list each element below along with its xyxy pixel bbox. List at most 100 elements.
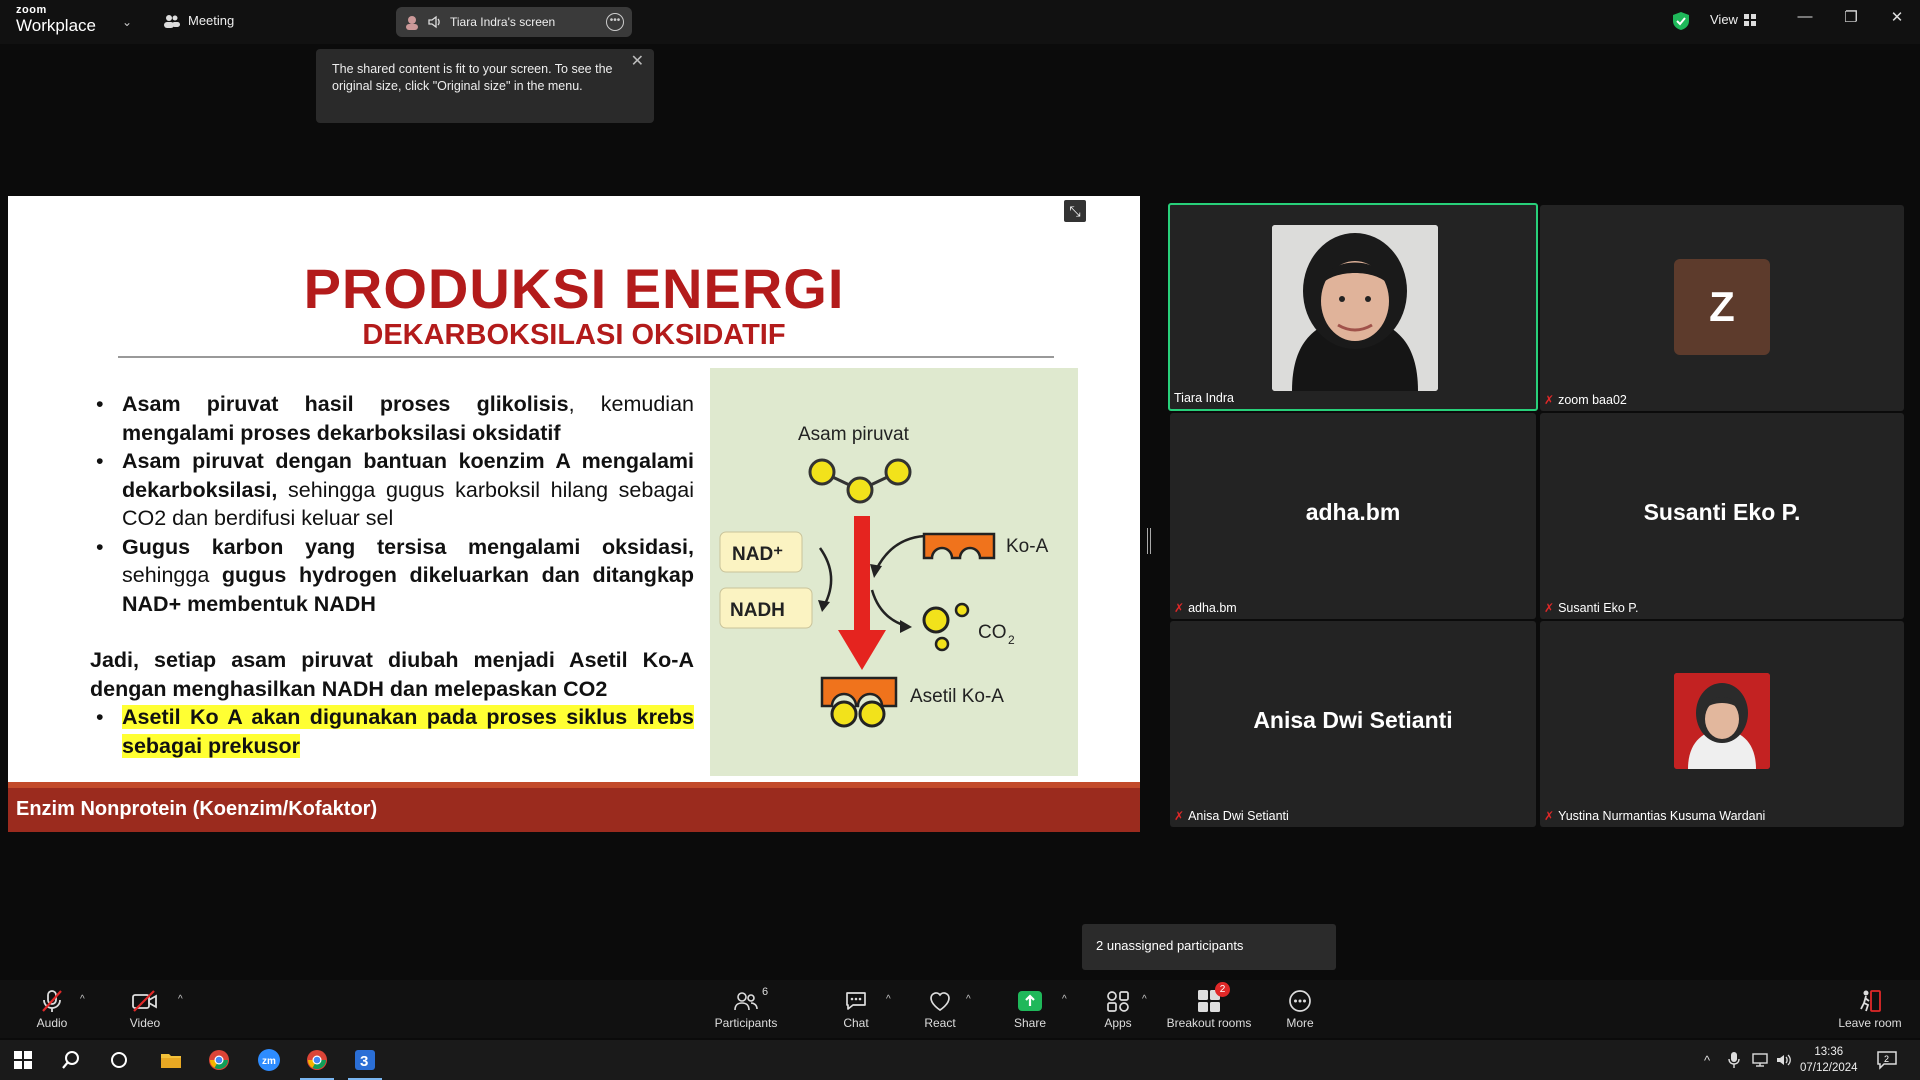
participant-tile[interactable]: adha.bm ✗ adha.bm	[1170, 413, 1536, 619]
participant-name: Yustina Nurmantias Kusuma Wardani	[1558, 809, 1766, 823]
participant-name: Susanti Eko P.	[1558, 601, 1639, 615]
mic-muted-icon: ✗	[1544, 809, 1555, 823]
koa-label: Ko-A	[1006, 536, 1049, 557]
chrome-icon[interactable]	[196, 1040, 242, 1080]
apps-button[interactable]: Apps	[1096, 988, 1140, 1030]
share-button[interactable]: Share	[1006, 988, 1054, 1030]
leave-label: Leave room	[1838, 1016, 1902, 1030]
participant-tile[interactable]: Tiara Indra	[1168, 203, 1538, 411]
react-options-chevron-icon[interactable]: ^	[966, 994, 971, 1005]
video-button[interactable]: Video	[124, 988, 166, 1030]
participant-display-name: Susanti Eko P.	[1643, 499, 1801, 525]
grid-icon	[1743, 13, 1756, 26]
participant-photo	[1272, 225, 1438, 391]
apps-options-chevron-icon[interactable]: ^	[1142, 994, 1147, 1005]
exit-fullscreen-icon[interactable]: ⤡	[1064, 200, 1086, 222]
shared-screen[interactable]: ⤡ PRODUKSI ENERGI DEKARBOKSILASI OKSIDAT…	[8, 196, 1140, 832]
sharer-avatar-icon	[406, 16, 418, 30]
system-clock[interactable]: 13:36 07/12/2024	[1800, 1044, 1858, 1076]
notifications-icon[interactable]: 2	[1876, 1040, 1898, 1080]
meeting-menu[interactable]: Meeting	[164, 13, 234, 28]
show-hidden-icons-chevron-icon[interactable]: ^	[1704, 1040, 1710, 1080]
volume-icon[interactable]	[1776, 1040, 1792, 1080]
apps-label: Apps	[1104, 1016, 1132, 1030]
participant-name-tag: ✗ Yustina Nurmantias Kusuma Wardani	[1544, 809, 1765, 823]
share-label: Tiara Indra's screen	[450, 15, 556, 29]
chat-options-chevron-icon[interactable]: ^	[886, 994, 891, 1005]
koa-shape	[922, 532, 996, 560]
view-button[interactable]: View	[1710, 12, 1756, 27]
network-icon[interactable]	[1752, 1040, 1768, 1080]
breakout-label: Breakout rooms	[1166, 1016, 1252, 1030]
participant-tile[interactable]: ✗ Yustina Nurmantias Kusuma Wardani	[1540, 621, 1904, 827]
more-options-icon[interactable]: •••	[606, 13, 624, 31]
screen-share-indicator[interactable]: Tiara Indra's screen •••	[396, 7, 632, 37]
bullet-item: Asam piruvat dengan bantuan koenzim A me…	[90, 447, 694, 533]
svg-text:zm: zm	[262, 1056, 276, 1067]
breakout-rooms-button[interactable]: 2 Breakout rooms	[1164, 982, 1254, 1030]
shield-icon[interactable]	[1672, 11, 1690, 31]
mic-muted-icon: ✗	[1174, 809, 1185, 823]
breakout-badge: 2	[1215, 982, 1230, 997]
clock-time: 13:36	[1814, 1046, 1844, 1058]
participant-tile[interactable]: Anisa Dwi Setianti ✗ Anisa Dwi Setianti	[1170, 621, 1536, 827]
heart-icon	[930, 992, 950, 1011]
reaction-arrow-shaft	[854, 516, 870, 634]
bullet-item: Asam piruvat hasil proses glikolisis, ke…	[90, 390, 694, 447]
task-view-icon[interactable]	[96, 1040, 142, 1080]
windows-start-icon[interactable]	[0, 1040, 46, 1080]
acetyl-label: Asetil Ko-A	[910, 686, 1004, 707]
reaction-arrow-head	[838, 630, 886, 670]
tooltip-text: The shared content is fit to your screen…	[332, 62, 613, 93]
unassigned-text: 2 unassigned participants	[1096, 938, 1244, 953]
clock-date: 07/12/2024	[1800, 1062, 1858, 1074]
bullet-bold: Gugus karbon yang tersisa mengalami oksi…	[122, 534, 694, 559]
search-icon[interactable]	[48, 1040, 94, 1080]
pyruvate-label: Asam piruvat	[798, 424, 910, 445]
audio-button[interactable]: Audio	[30, 988, 74, 1030]
unassigned-participants-notice[interactable]: 2 unassigned participants	[1082, 924, 1336, 970]
molecule-atom	[808, 458, 836, 486]
audio-options-chevron-icon[interactable]: ^	[80, 994, 85, 1005]
bullet-item: Gugus karbon yang tersisa mengalami oksi…	[90, 533, 694, 619]
meeting-label: Meeting	[188, 13, 235, 28]
minimize-icon[interactable]: —	[1790, 8, 1820, 25]
bullet-bold: mengalami proses dekarboksilasi oksidati…	[122, 420, 561, 445]
close-icon[interactable]: ✕	[631, 53, 644, 70]
resize-handle[interactable]	[1147, 528, 1151, 554]
file-explorer-icon[interactable]	[148, 1040, 194, 1080]
restore-icon[interactable]: ❐	[1836, 8, 1866, 26]
zoom-logo[interactable]: zoom Workplace	[16, 5, 96, 35]
footer-text: Enzim Nonprotein (Koenzim/Kofaktor)	[16, 798, 378, 820]
chat-button[interactable]: Chat	[832, 988, 880, 1030]
audio-label: Audio	[36, 1016, 68, 1030]
participant-name: Tiara Indra	[1174, 391, 1234, 405]
microphone-icon[interactable]	[1728, 1040, 1740, 1080]
mic-muted-icon: ✗	[1544, 601, 1555, 615]
leave-room-button[interactable]: Leave room	[1834, 988, 1906, 1030]
share-screen-icon	[1018, 991, 1042, 1011]
close-icon[interactable]: ✕	[1882, 8, 1912, 26]
fit-to-screen-tooltip: The shared content is fit to your screen…	[316, 49, 654, 123]
more-button[interactable]: More	[1278, 988, 1322, 1030]
chevron-down-icon[interactable]: ⌄	[122, 15, 132, 29]
participants-count: 6	[762, 986, 769, 998]
leave-icon	[1860, 990, 1881, 1012]
chrome-profile-icon[interactable]	[294, 1040, 340, 1080]
react-button[interactable]: React	[916, 988, 964, 1030]
share-options-chevron-icon[interactable]: ^	[1062, 994, 1067, 1005]
video-options-chevron-icon[interactable]: ^	[178, 994, 183, 1005]
more-icon	[1289, 990, 1311, 1012]
molecule-atom	[884, 458, 912, 486]
co2-subscript: 2	[1008, 633, 1015, 647]
participant-tile[interactable]: Z ✗ zoom baa02	[1540, 205, 1904, 411]
apps-icon	[1107, 991, 1129, 1012]
mic-muted-icon: ✗	[1544, 393, 1555, 407]
bullet-bold: Asam piruvat hasil proses glikolisis	[122, 392, 569, 416]
react-label: React	[924, 1016, 956, 1030]
app-3-icon[interactable]: 3	[342, 1040, 388, 1080]
chat-icon	[846, 992, 866, 1010]
zoom-taskbar-icon[interactable]: zm	[246, 1040, 292, 1080]
participant-tile[interactable]: Susanti Eko P. ✗ Susanti Eko P.	[1540, 413, 1904, 619]
participants-button[interactable]: 6 Participants	[712, 986, 780, 1030]
